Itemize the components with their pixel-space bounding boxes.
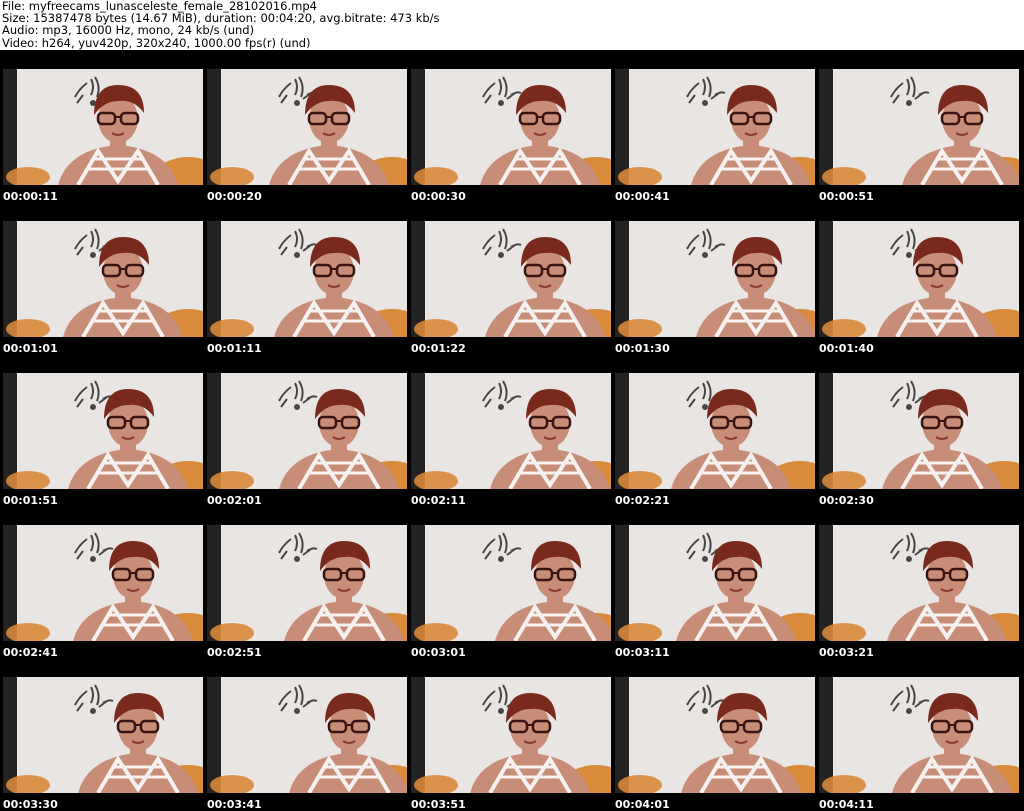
- thumbnail-cell: 00:04:01: [612, 658, 816, 811]
- frame-image: [819, 525, 1019, 641]
- video-frame: [207, 221, 407, 337]
- thumbnail-cell: 00:01:30: [612, 202, 816, 355]
- thumbnail-cell: 00:02:30: [816, 354, 1020, 507]
- thumbnail-cell: 00:01:22: [408, 202, 612, 355]
- frame-image: [3, 525, 203, 641]
- frame-timestamp: 00:03:30: [3, 798, 58, 811]
- thumbnail-cell: 00:04:11: [816, 658, 1020, 811]
- video-frame: [819, 525, 1019, 641]
- video-frame: [411, 221, 611, 337]
- frame-timestamp: 00:03:51: [411, 798, 466, 811]
- thumbnail-cell: 00:01:01: [0, 202, 204, 355]
- audio-info-line: Audio: mp3, 16000 Hz, mono, 24 kb/s (und…: [2, 23, 255, 38]
- frame-image: [207, 525, 407, 641]
- frame-image: [819, 221, 1019, 337]
- thumbnail-sheet: 00:00:11 00:00:20 00:00:30 00:00:41 00:00:51…: [0, 50, 1024, 811]
- thumbnail-cell: 00:00:20: [204, 50, 408, 203]
- frame-timestamp: 00:04:11: [819, 798, 874, 811]
- file-info-header: File: myfreecams_lunasceleste_female_281…: [2, 0, 1022, 50]
- thumbnail-cell: 00:02:41: [0, 506, 204, 659]
- frame-image: [3, 373, 203, 489]
- frame-image: [207, 373, 407, 489]
- thumbnail-cell: 00:02:11: [408, 354, 612, 507]
- frame-image: [819, 677, 1019, 793]
- video-frame: [819, 373, 1019, 489]
- frame-image: [207, 677, 407, 793]
- thumbnail-cell: 00:03:11: [612, 506, 816, 659]
- video-frame: [615, 677, 815, 793]
- video-frame: [411, 677, 611, 793]
- video-frame: [3, 69, 203, 185]
- frame-image: [411, 69, 611, 185]
- frame-image: [615, 373, 815, 489]
- video-frame: [3, 221, 203, 337]
- frame-image: [411, 525, 611, 641]
- frame-image: [3, 69, 203, 185]
- thumbnail-cell: 00:03:30: [0, 658, 204, 811]
- thumbnail-cell: 00:00:51: [816, 50, 1020, 203]
- frame-image: [819, 69, 1019, 185]
- thumbnail-cell: 00:03:21: [816, 506, 1020, 659]
- video-frame: [411, 373, 611, 489]
- frame-image: [207, 221, 407, 337]
- frame-image: [615, 677, 815, 793]
- frame-image: [615, 69, 815, 185]
- frame-timestamp: 00:03:41: [207, 798, 262, 811]
- frame-image: [411, 221, 611, 337]
- video-frame: [411, 69, 611, 185]
- thumbnail-cell: 00:00:11: [0, 50, 204, 203]
- thumbnail-cell: 00:03:51: [408, 658, 612, 811]
- thumbnail-cell: 00:01:40: [816, 202, 1020, 355]
- video-frame: [207, 69, 407, 185]
- frame-image: [3, 221, 203, 337]
- frame-image: [411, 677, 611, 793]
- video-frame: [3, 373, 203, 489]
- thumbnail-cell: 00:00:30: [408, 50, 612, 203]
- thumbnail-cell: 00:01:11: [204, 202, 408, 355]
- video-frame: [615, 373, 815, 489]
- video-frame: [411, 525, 611, 641]
- video-frame: [615, 221, 815, 337]
- frame-image: [3, 677, 203, 793]
- video-frame: [819, 221, 1019, 337]
- video-frame: [3, 677, 203, 793]
- frame-image: [615, 525, 815, 641]
- frame-image: [207, 69, 407, 185]
- video-frame: [3, 525, 203, 641]
- thumbnail-cell: 00:01:51: [0, 354, 204, 507]
- thumbnail-cell: 00:02:21: [612, 354, 816, 507]
- frame-timestamp: 00:04:01: [615, 798, 670, 811]
- thumbnail-cell: 00:02:51: [204, 506, 408, 659]
- video-frame: [615, 525, 815, 641]
- video-frame: [819, 69, 1019, 185]
- video-frame: [207, 373, 407, 489]
- frame-image: [819, 373, 1019, 489]
- thumbnail-cell: 00:02:01: [204, 354, 408, 507]
- thumbnail-cell: 00:03:01: [408, 506, 612, 659]
- video-frame: [615, 69, 815, 185]
- video-frame: [819, 677, 1019, 793]
- video-info-line: Video: h264, yuv420p, 320x240, 1000.00 f…: [2, 35, 311, 50]
- frame-image: [615, 221, 815, 337]
- thumbnail-cell: 00:00:41: [612, 50, 816, 203]
- frame-image: [411, 373, 611, 489]
- video-frame: [207, 677, 407, 793]
- thumbnail-cell: 00:03:41: [204, 658, 408, 811]
- video-frame: [207, 525, 407, 641]
